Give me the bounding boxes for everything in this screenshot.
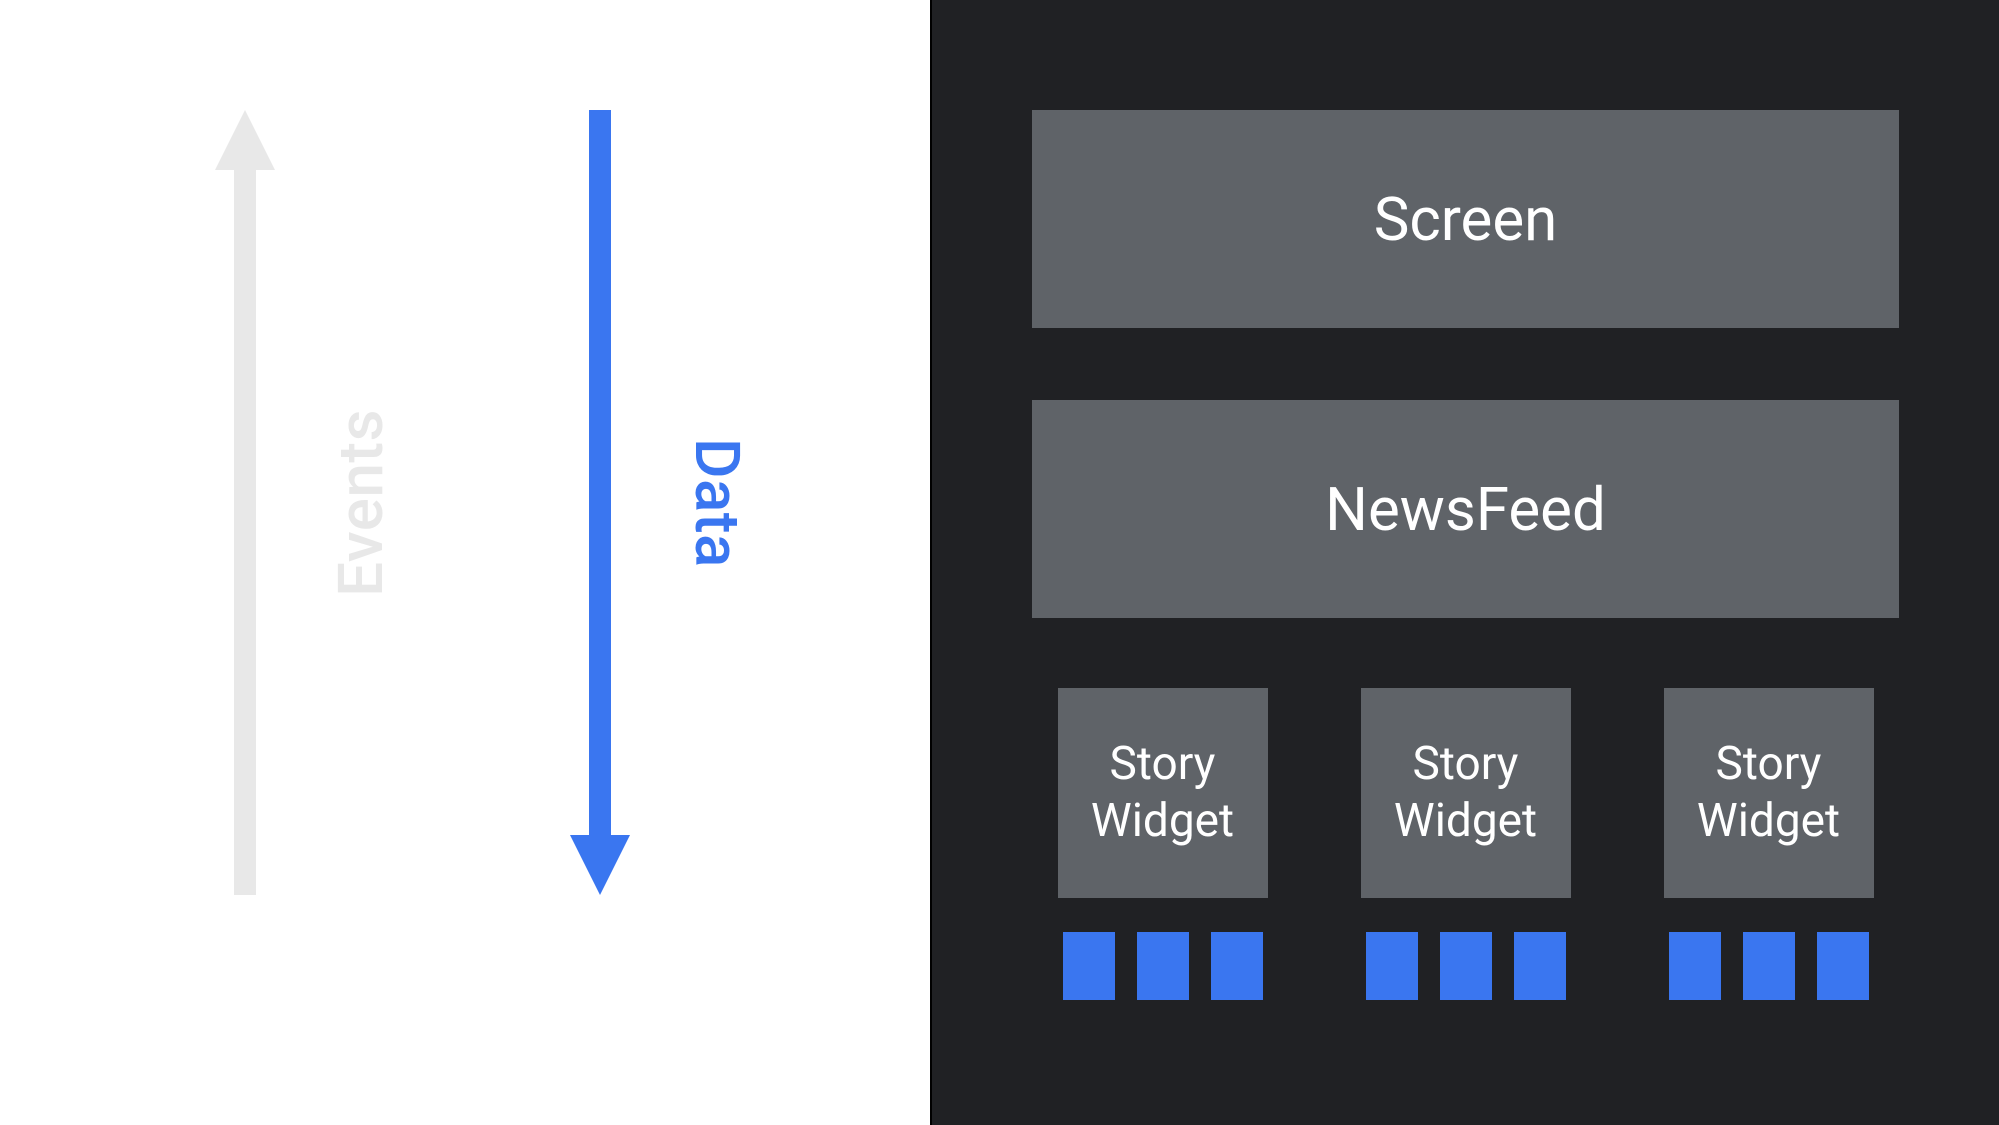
screen-box: Screen [1032,110,1899,328]
blue-square [1063,932,1115,1000]
widgets-row: Story Widget Story Widget Story Widget [1032,688,1899,1000]
left-panel: Events Data [0,0,930,1125]
events-label: Events [325,409,398,597]
widget-column: Story Widget [1032,688,1293,1000]
screen-box-label: Screen [1374,184,1558,255]
story-widget-box: Story Widget [1361,688,1571,898]
blue-square [1440,932,1492,1000]
blue-square [1366,932,1418,1000]
story-widget-label: Story Widget [1697,736,1840,851]
blue-square [1817,932,1869,1000]
blue-square [1514,932,1566,1000]
widget-column: Story Widget [1638,688,1899,1000]
blue-square [1211,932,1263,1000]
story-widget-label: Story Widget [1394,736,1537,851]
widget-column: Story Widget [1335,688,1596,1000]
blue-square [1743,932,1795,1000]
right-panel: Screen NewsFeed Story Widget Story Widge… [930,0,1999,1125]
events-arrow-group: Events [215,110,398,895]
blue-square [1669,932,1721,1000]
blue-square [1137,932,1189,1000]
data-arrow-group: Data [570,110,753,895]
arrow-down-icon [570,110,630,895]
blue-squares-group [1669,932,1869,1000]
story-widget-label: Story Widget [1091,736,1234,851]
data-label: Data [680,438,753,568]
newsfeed-box-label: NewsFeed [1325,474,1606,545]
story-widget-box: Story Widget [1664,688,1874,898]
blue-squares-group [1366,932,1566,1000]
story-widget-box: Story Widget [1058,688,1268,898]
blue-squares-group [1063,932,1263,1000]
newsfeed-box: NewsFeed [1032,400,1899,618]
arrow-up-icon [215,110,275,895]
